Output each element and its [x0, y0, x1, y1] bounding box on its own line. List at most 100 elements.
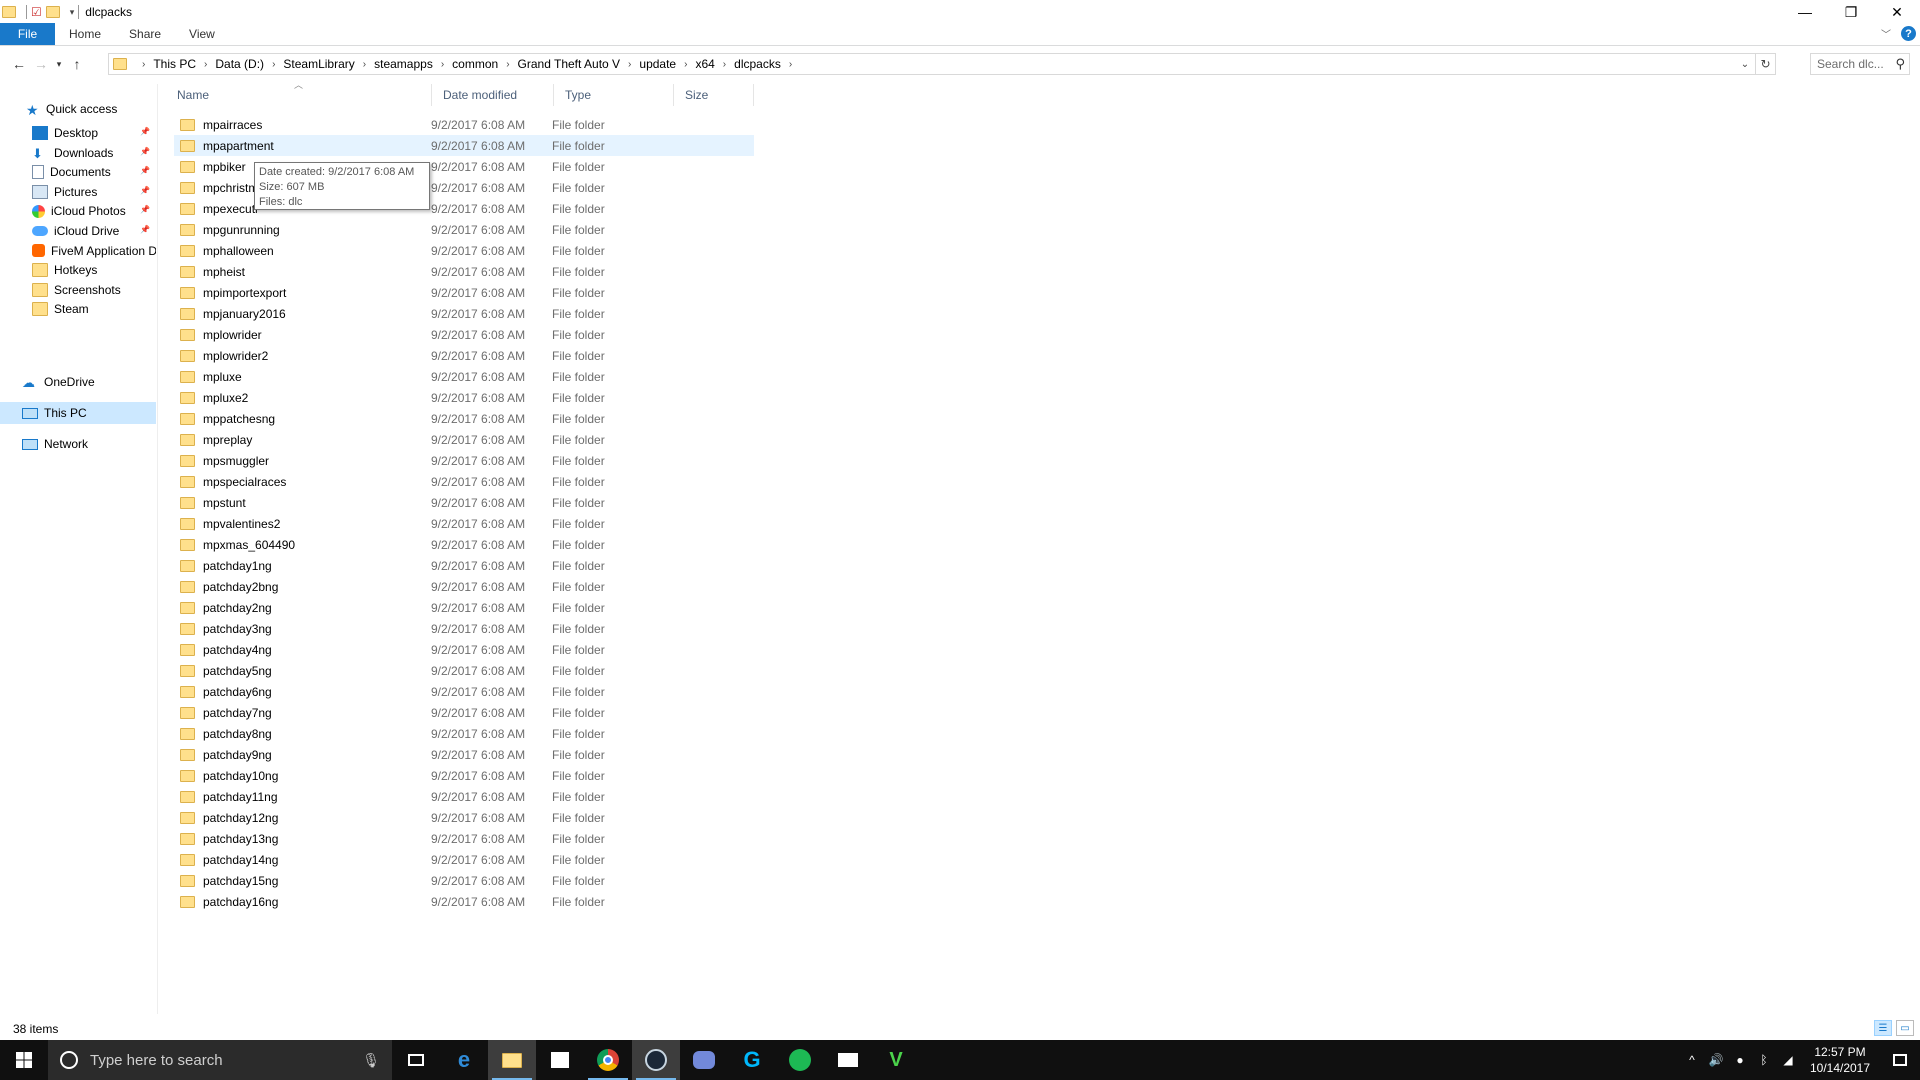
- file-row[interactable]: mpapartment 9/2/2017 6:08 AM File folder: [174, 135, 754, 156]
- properties-icon[interactable]: ☑: [31, 5, 42, 19]
- file-row[interactable]: mpairraces 9/2/2017 6:08 AM File folder: [174, 114, 754, 135]
- breadcrumb-item[interactable]: steamapps: [371, 57, 436, 71]
- breadcrumb-chevron-icon[interactable]: ›: [718, 59, 731, 70]
- file-row[interactable]: mpspecialraces 9/2/2017 6:08 AM File folde…: [174, 471, 754, 492]
- back-button[interactable]: ←: [8, 53, 30, 75]
- taskbar-search-input[interactable]: Type here to search 🎙: [48, 1040, 392, 1080]
- spotify-icon[interactable]: [776, 1040, 824, 1080]
- new-folder-icon[interactable]: [45, 6, 60, 18]
- chrome-icon[interactable]: [584, 1040, 632, 1080]
- pin-icon[interactable]: 📌: [140, 127, 150, 136]
- file-row[interactable]: patchday11ng 9/2/2017 6:08 AM File folder: [174, 786, 754, 807]
- tab-file[interactable]: File: [0, 23, 55, 45]
- clock[interactable]: 12:57 PM 10/14/2017: [1800, 1044, 1880, 1076]
- microphone-icon[interactable]: 🎙: [362, 1052, 380, 1069]
- file-row[interactable]: patchday10ng 9/2/2017 6:08 AM File folder: [174, 765, 754, 786]
- help-icon[interactable]: ?: [1901, 26, 1916, 41]
- large-icons-view-button[interactable]: ▭: [1896, 1020, 1914, 1036]
- store-icon[interactable]: [536, 1040, 584, 1080]
- file-row[interactable]: mpimportexport 9/2/2017 6:08 AM File folde…: [174, 282, 754, 303]
- file-row[interactable]: mpxmas_604490 9/2/2017 6:08 AM File folder: [174, 534, 754, 555]
- file-row[interactable]: mpluxe2 9/2/2017 6:08 AM File folder: [174, 387, 754, 408]
- tab-home[interactable]: Home: [55, 23, 115, 45]
- breadcrumb-item[interactable]: Data (D:): [212, 57, 267, 71]
- file-row[interactable]: mpluxe 9/2/2017 6:08 AM File folder: [174, 366, 754, 387]
- file-row[interactable]: mpjanuary2016 9/2/2017 6:08 AM File folder: [174, 303, 754, 324]
- steam-tray-icon[interactable]: ●: [1728, 1053, 1752, 1067]
- pin-icon[interactable]: 📌: [140, 225, 150, 234]
- breadcrumb-item[interactable]: SteamLibrary: [280, 57, 357, 71]
- file-row[interactable]: patchday14ng 9/2/2017 6:08 AM File folder: [174, 849, 754, 870]
- action-center-icon[interactable]: [1880, 1040, 1920, 1080]
- tab-share[interactable]: Share: [115, 23, 175, 45]
- network-tray-icon[interactable]: ◢: [1776, 1053, 1800, 1067]
- pin-icon[interactable]: 📌: [140, 205, 150, 214]
- breadcrumb-chevron-icon[interactable]: ›: [358, 59, 371, 70]
- nav-network[interactable]: Network: [22, 433, 156, 455]
- file-row[interactable]: mplowrider2 9/2/2017 6:08 AM File folder: [174, 345, 754, 366]
- customize-toolbar-icon[interactable]: ▾: [70, 7, 75, 18]
- file-row[interactable]: patchday5ng 9/2/2017 6:08 AM File folder: [174, 660, 754, 681]
- file-row[interactable]: mpgunrunning 9/2/2017 6:08 AM File folder: [174, 219, 754, 240]
- file-row[interactable]: patchday6ng 9/2/2017 6:08 AM File folder: [174, 681, 754, 702]
- forward-button[interactable]: →: [30, 53, 52, 75]
- nav-onedrive[interactable]: ☁ OneDrive: [22, 371, 156, 393]
- expand-ribbon-icon[interactable]: ﹀: [1881, 26, 1891, 41]
- column-name[interactable]: Name ︿: [166, 80, 432, 106]
- details-view-button[interactable]: ☰: [1874, 1020, 1892, 1036]
- recent-locations-icon[interactable]: ▾: [52, 53, 66, 75]
- file-row[interactable]: mpreplay 9/2/2017 6:08 AM File folder: [174, 429, 754, 450]
- breadcrumb-item[interactable]: update: [636, 57, 679, 71]
- edge-icon[interactable]: e: [440, 1040, 488, 1080]
- gta-icon[interactable]: V: [872, 1040, 920, 1080]
- nav-this-pc[interactable]: This PC: [0, 402, 156, 424]
- mail-icon[interactable]: [824, 1040, 872, 1080]
- pin-icon[interactable]: 📌: [140, 186, 150, 195]
- file-row[interactable]: patchday7ng 9/2/2017 6:08 AM File folder: [174, 702, 754, 723]
- address-dropdown-icon[interactable]: ⌄: [1735, 54, 1755, 74]
- column-date-modified[interactable]: Date modified: [432, 84, 554, 106]
- refresh-icon[interactable]: ↻: [1755, 54, 1775, 74]
- breadcrumb-item[interactable]: Grand Theft Auto V: [515, 57, 624, 71]
- logitech-icon[interactable]: G: [728, 1040, 776, 1080]
- column-size[interactable]: Size: [674, 84, 754, 106]
- file-row[interactable]: patchday4ng 9/2/2017 6:08 AM File folder: [174, 639, 754, 660]
- breadcrumb-item[interactable]: dlcpacks: [731, 57, 784, 71]
- file-row[interactable]: mpheist 9/2/2017 6:08 AM File folder: [174, 261, 754, 282]
- file-row[interactable]: patchday8ng 9/2/2017 6:08 AM File folder: [174, 723, 754, 744]
- up-button[interactable]: ↑: [66, 53, 88, 75]
- start-button[interactable]: [0, 1040, 48, 1080]
- breadcrumb-chevron-icon[interactable]: ›: [784, 59, 797, 70]
- file-row[interactable]: patchday15ng 9/2/2017 6:08 AM File folder: [174, 870, 754, 891]
- file-row[interactable]: patchday3ng 9/2/2017 6:08 AM File folder: [174, 618, 754, 639]
- file-explorer-icon[interactable]: [488, 1040, 536, 1080]
- pin-icon[interactable]: 📌: [140, 147, 150, 156]
- file-row[interactable]: mpvalentines2 9/2/2017 6:08 AM File folder: [174, 513, 754, 534]
- breadcrumb-item[interactable]: This PC: [150, 57, 199, 71]
- file-row[interactable]: patchday9ng 9/2/2017 6:08 AM File folder: [174, 744, 754, 765]
- file-row[interactable]: mpstunt 9/2/2017 6:08 AM File folder: [174, 492, 754, 513]
- breadcrumb-chevron-icon[interactable]: ›: [137, 59, 150, 70]
- breadcrumb-item[interactable]: x64: [692, 57, 717, 71]
- file-row[interactable]: mppatchesng 9/2/2017 6:08 AM File folder: [174, 408, 754, 429]
- tab-view[interactable]: View: [175, 23, 229, 45]
- breadcrumb-chevron-icon[interactable]: ›: [623, 59, 636, 70]
- file-row[interactable]: patchday16ng 9/2/2017 6:08 AM File folder: [174, 891, 754, 912]
- pin-icon[interactable]: 📌: [140, 166, 150, 175]
- maximize-button[interactable]: ❐: [1828, 0, 1874, 24]
- bluetooth-icon[interactable]: ᛒ: [1752, 1053, 1776, 1067]
- file-row[interactable]: patchday12ng 9/2/2017 6:08 AM File folder: [174, 807, 754, 828]
- file-row[interactable]: patchday2bng 9/2/2017 6:08 AM File folder: [174, 576, 754, 597]
- breadcrumb-item[interactable]: common: [449, 57, 501, 71]
- file-row[interactable]: mphalloween 9/2/2017 6:08 AM File folder: [174, 240, 754, 261]
- file-row[interactable]: mpsmuggler 9/2/2017 6:08 AM File folder: [174, 450, 754, 471]
- file-row[interactable]: patchday13ng 9/2/2017 6:08 AM File folder: [174, 828, 754, 849]
- breadcrumb-chevron-icon[interactable]: ›: [679, 59, 692, 70]
- volume-icon[interactable]: 🔊: [1704, 1053, 1728, 1067]
- close-button[interactable]: ✕: [1874, 0, 1920, 24]
- breadcrumb-chevron-icon[interactable]: ›: [501, 59, 514, 70]
- breadcrumb-chevron-icon[interactable]: ›: [267, 59, 280, 70]
- address-bar[interactable]: › This PC › Data (D:) › SteamLibrary › steamapp…: [108, 53, 1776, 75]
- search-input[interactable]: Search dlc... ⚲: [1810, 53, 1910, 75]
- steam-icon[interactable]: [632, 1040, 680, 1080]
